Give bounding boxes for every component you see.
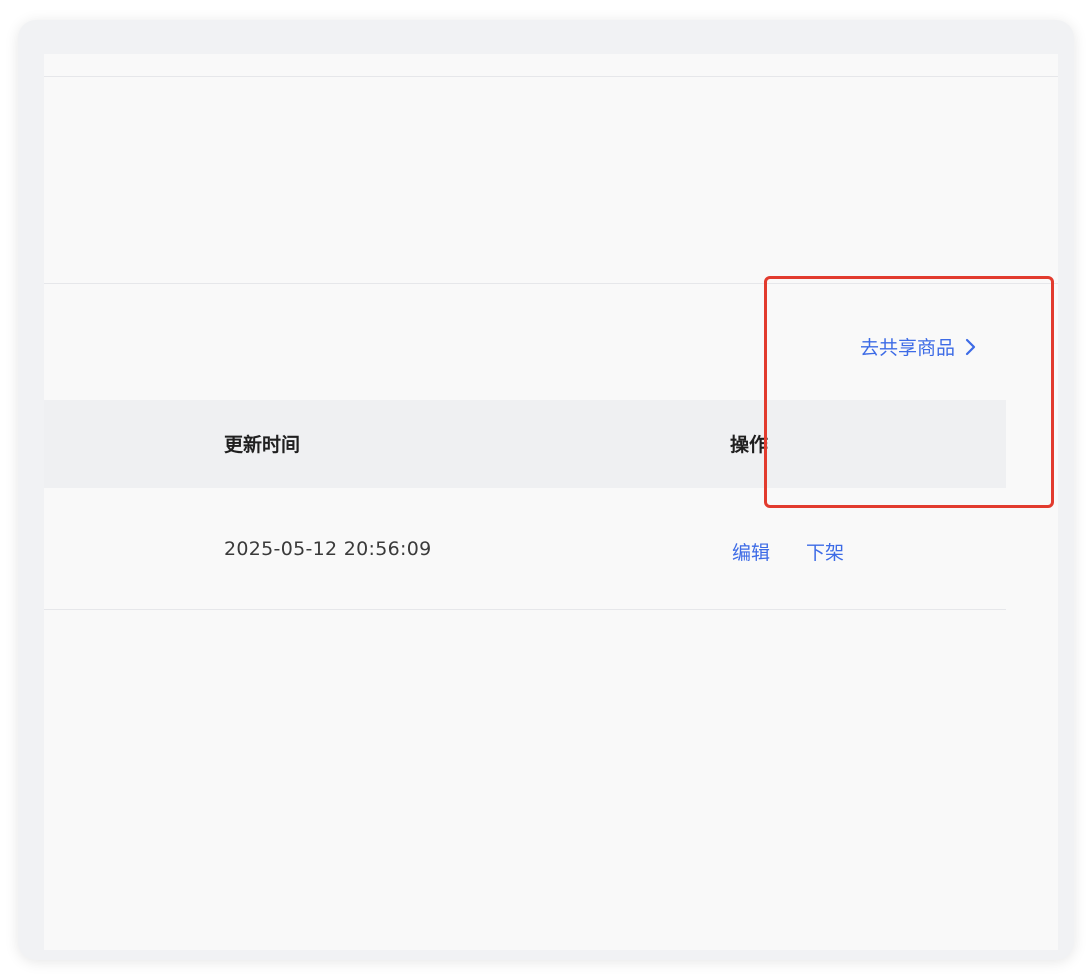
top-divider: [44, 76, 1058, 77]
screenshot-frame: 去共享商品 更新时间 操作 2025-05-12 20:56:09 编辑 下架: [18, 20, 1074, 960]
chevron-right-icon: [965, 338, 977, 356]
content-panel: 去共享商品 更新时间 操作 2025-05-12 20:56:09 编辑 下架: [44, 54, 1058, 950]
delist-button[interactable]: 下架: [806, 538, 844, 565]
section-divider: [44, 283, 1058, 284]
table-header: 更新时间 操作: [44, 400, 1006, 488]
edit-button[interactable]: 编辑: [732, 538, 770, 565]
cell-updated-time: 2025-05-12 20:56:09: [224, 538, 432, 560]
share-products-link[interactable]: 去共享商品: [860, 333, 977, 360]
column-header-actions: 操作: [730, 434, 769, 456]
share-products-label: 去共享商品: [860, 337, 956, 359]
column-header-updated-time: 更新时间: [224, 434, 301, 456]
row-divider: [44, 609, 1006, 610]
